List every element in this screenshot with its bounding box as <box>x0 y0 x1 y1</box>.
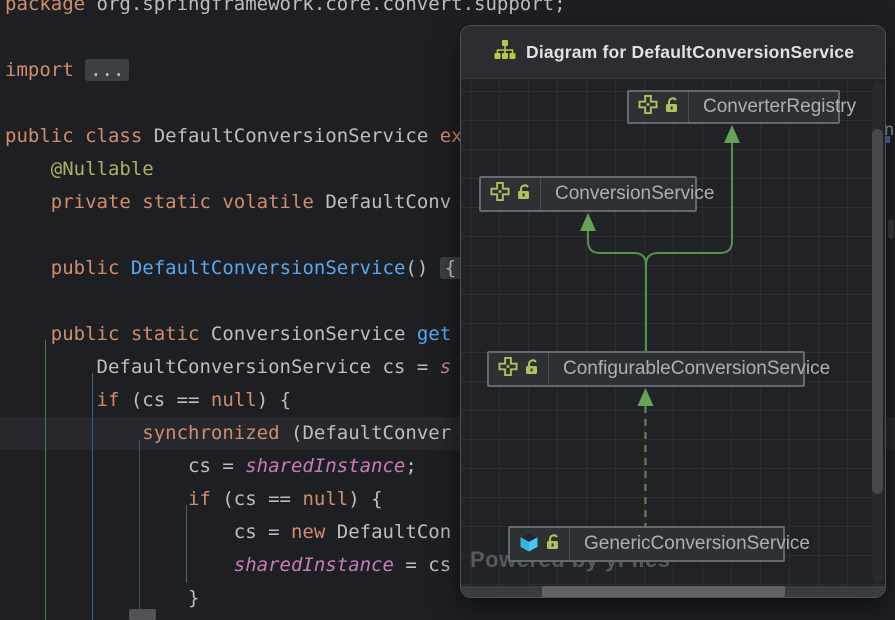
diagram-node-configurableconversionservice[interactable]: ConfigurableConversionService <box>487 351 830 387</box>
unlocked-icon <box>546 533 560 555</box>
diagram-popup-header[interactable]: Diagram for DefaultConversionService <box>461 26 885 79</box>
code-token: org.springframework.core.convert.support… <box>85 0 566 15</box>
code-token: cs = <box>5 455 246 477</box>
code-token: public class <box>5 125 143 147</box>
code-token: new <box>290 521 326 543</box>
diagram-horizontal-scrollbar[interactable] <box>461 586 885 597</box>
code-token: get <box>416 323 452 345</box>
diagram-node-conversionservice[interactable]: ConversionService <box>479 176 714 212</box>
unlocked-icon <box>525 358 539 380</box>
code-token: DefaultConv <box>313 191 452 213</box>
code-token: DefaultCon <box>325 521 452 543</box>
code-token: = cs <box>393 554 452 576</box>
horizontal-scrollbar-thumb[interactable] <box>542 586 785 597</box>
arrowhead-configurableconversionservice <box>637 388 654 406</box>
mouse-cursor <box>129 609 156 620</box>
arrowhead-conversionservice <box>580 213 596 231</box>
indent-guide <box>92 373 93 620</box>
diagram-node-converterregistry[interactable]: ConverterRegistry <box>627 90 856 124</box>
code-token: @Nullable <box>50 158 154 180</box>
code-token: ConversionService <box>199 323 417 345</box>
code-token: synchronized <box>142 422 280 444</box>
interface-icon <box>638 95 658 119</box>
popup-title: Diagram for DefaultConversionService <box>526 41 855 62</box>
interface-icon <box>498 357 518 381</box>
code-token: ... <box>85 59 130 81</box>
diagram-hierarchy-icon <box>494 39 516 66</box>
analysis-tick <box>886 136 890 143</box>
node-label: ConfigurableConversionService <box>563 358 831 379</box>
code-token: s <box>439 356 452 378</box>
code-token: null <box>210 389 257 411</box>
unlocked-icon <box>665 96 679 118</box>
code-token: DefaultConversionService <box>130 257 406 279</box>
node-label: ConversionService <box>555 183 715 204</box>
code-token: public <box>50 257 120 279</box>
code-token: import <box>5 59 74 81</box>
class-icon <box>519 532 539 557</box>
diagram-node-genericconversionservice[interactable]: GenericConversionService <box>508 526 810 562</box>
code-token: public static <box>50 323 200 345</box>
diagram-popup: Diagram for DefaultConversionService Pow… <box>460 25 886 598</box>
code-token: (DefaultConver <box>279 422 452 444</box>
code-token: cs = <box>5 521 291 543</box>
code-token: package <box>5 0 86 15</box>
code-token: sharedInstance <box>245 455 406 477</box>
node-label: ConverterRegistry <box>703 96 857 117</box>
code-token: if <box>96 389 120 411</box>
vertical-scrollbar-thumb[interactable] <box>872 129 883 494</box>
code-token: ) { <box>348 488 383 510</box>
ide-window: package org.springframework.core.convert… <box>0 0 895 620</box>
inheritance-edges <box>580 125 740 526</box>
code-token: (cs == <box>210 488 303 510</box>
code-token: DefaultConversionService cs = <box>5 356 440 378</box>
code-token: sharedInstance <box>233 554 394 576</box>
diagram-vertical-scrollbar[interactable] <box>872 83 883 583</box>
code-token: (cs == <box>119 389 211 411</box>
indent-guide <box>139 440 140 620</box>
code-token: } <box>5 587 200 609</box>
code-token: DefaultConversionService <box>142 125 440 147</box>
arrowhead-converterregistry <box>724 125 740 143</box>
editor-scrollbar-mark[interactable] <box>888 219 894 239</box>
interface-icon <box>490 182 510 206</box>
code-line: package org.springframework.core.convert… <box>0 0 895 21</box>
indent-guide <box>45 340 46 620</box>
node-label: GenericConversionService <box>584 533 810 554</box>
diagram-canvas[interactable]: Powered by yFiles <box>461 79 885 597</box>
unlocked-icon <box>517 183 531 205</box>
code-token: null <box>302 488 349 510</box>
indent-guide <box>186 505 187 583</box>
code-token: () <box>405 257 440 279</box>
code-token: ; <box>405 455 417 477</box>
code-token: if <box>188 488 211 510</box>
code-token: ) { <box>256 389 292 411</box>
code-token: private static volatile <box>50 191 314 213</box>
